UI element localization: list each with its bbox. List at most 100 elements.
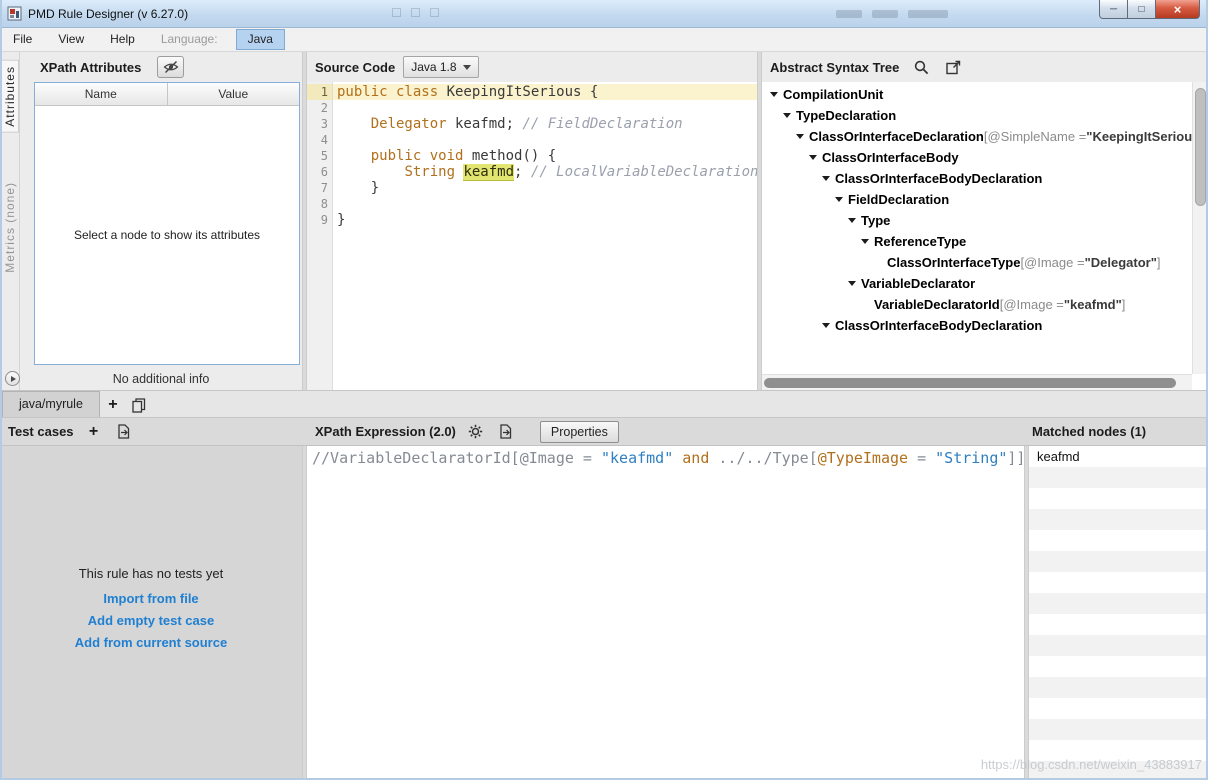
ast-body: CompilationUnit TypeDeclaration ClassOrInt…: [762, 82, 1208, 390]
titlebar-ghost-artifact: [836, 8, 948, 18]
expander-icon[interactable]: [848, 218, 856, 223]
attributes-table[interactable]: Name Value Select a node to show its att…: [34, 82, 300, 365]
properties-button[interactable]: Properties: [539, 420, 619, 443]
ast-node-classorinterfacebody[interactable]: ClassOrInterfaceBody: [762, 147, 1192, 168]
matched-nodes-title: Matched nodes (1): [1032, 424, 1147, 439]
expander-icon[interactable]: [835, 197, 843, 202]
ast-panel: Abstract Syntax Tree CompilationUnit Typ…: [762, 52, 1208, 390]
code-line-5[interactable]: public void method() {: [333, 148, 757, 164]
ast-tree[interactable]: CompilationUnit TypeDeclaration ClassOrInt…: [762, 82, 1192, 374]
link-add-empty-test-case[interactable]: Add empty test case: [0, 613, 302, 628]
ast-node-referencetype[interactable]: ReferenceType: [762, 231, 1192, 252]
expand-panel-button[interactable]: [5, 371, 20, 386]
chevron-right-icon: [10, 375, 16, 382]
close-button[interactable]: ×: [1155, 0, 1200, 19]
add-rule-button[interactable]: +: [100, 393, 126, 417]
ast-node-classorinterfacebodydeclaration[interactable]: ClassOrInterfaceBodyDeclaration: [762, 315, 1192, 336]
ast-search-button[interactable]: [911, 57, 931, 77]
expander-icon[interactable]: [809, 155, 817, 160]
ast-node-type[interactable]: Type: [762, 210, 1192, 231]
code-area[interactable]: public class KeepingItSerious { Delegato…: [333, 82, 757, 390]
copy-rule-button[interactable]: [126, 393, 152, 417]
ast-node-variabledeclarator[interactable]: VariableDeclarator: [762, 273, 1192, 294]
toggle-hidden-attributes-button[interactable]: [157, 56, 185, 78]
menu-item-view[interactable]: View: [45, 28, 97, 51]
code-segment: public void: [370, 148, 464, 164]
ast-title: Abstract Syntax Tree: [770, 59, 900, 75]
code-line-3[interactable]: Delegator keafmd; // FieldDeclaration: [333, 116, 757, 132]
code-line-9[interactable]: }: [333, 212, 757, 228]
attributes-table-header: Name Value: [35, 83, 299, 106]
tab-metrics[interactable]: Metrics (none): [2, 177, 18, 278]
line-number: 7: [320, 181, 328, 195]
tab-java-myrule[interactable]: java/myrule: [2, 391, 100, 417]
source-code-title: Source Code: [315, 59, 396, 75]
code-segment: // LocalVariableDeclaration: [530, 164, 757, 180]
maximize-button[interactable]: □: [1127, 0, 1156, 19]
ast-horizontal-scrollbar[interactable]: [762, 374, 1192, 390]
ast-node-label: Type: [861, 213, 891, 228]
scrollbar-thumb[interactable]: [1195, 88, 1206, 206]
code-line-2[interactable]: [333, 100, 757, 116]
titlebar[interactable]: PMD Rule Designer (v 6.27.0) ─ □ ×: [0, 0, 1208, 28]
bottom-headers: Test cases + XPath Expression (2.0) Prop…: [0, 418, 1208, 446]
menu-item-java[interactable]: Java: [235, 29, 285, 50]
column-header-value[interactable]: Value: [167, 83, 299, 106]
export-xpath-button[interactable]: [496, 422, 516, 442]
expander-icon[interactable]: [796, 134, 804, 139]
expander-icon[interactable]: [861, 239, 869, 244]
expander-icon[interactable]: [822, 176, 830, 181]
ast-node-attr: ]: [1156, 255, 1161, 270]
ast-node-classorinterfacebodydeclaration[interactable]: ClassOrInterfaceBodyDeclaration: [762, 168, 1192, 189]
xpath-attributes-header: XPath Attributes: [20, 52, 302, 82]
ast-node-label: ClassOrInterfaceBodyDeclaration: [835, 318, 1043, 333]
ast-node-classorinterfacedeclaration[interactable]: ClassOrInterfaceDeclaration [@SimpleName…: [762, 126, 1192, 147]
xpath-expression-editor[interactable]: //VariableDeclaratorId[@Image = "keafmd"…: [307, 446, 1024, 780]
xpath-attributes-panel: XPath Attributes Name Value Select a nod…: [20, 52, 302, 390]
tab-attributes[interactable]: Attributes: [0, 60, 19, 133]
expander-icon[interactable]: [848, 281, 856, 286]
expander-icon[interactable]: [770, 92, 778, 97]
code-line-4[interactable]: [333, 132, 757, 148]
source-code-editor[interactable]: 12 3 4 5 6 7 8 9 public class KeepingItSerious …: [307, 82, 757, 390]
ast-node-attr: [@SimpleName =: [983, 129, 1087, 144]
tests-empty-message: This rule has no tests yet: [78, 566, 224, 581]
link-import-from-file[interactable]: Import from file: [0, 591, 302, 606]
code-line-8[interactable]: [333, 196, 757, 212]
code-line-1[interactable]: public class KeepingItSerious {: [333, 84, 757, 100]
line-number: 1: [307, 84, 332, 100]
ast-node-typedeclaration[interactable]: TypeDeclaration: [762, 105, 1192, 126]
line-number: 5: [320, 149, 328, 163]
link-add-from-current-source[interactable]: Add from current source: [0, 635, 302, 650]
language-version-select[interactable]: Java 1.8: [403, 56, 479, 78]
xpath-segment: and: [682, 449, 710, 467]
ast-open-external-button[interactable]: [943, 57, 963, 77]
export-testcases-button[interactable]: [114, 422, 134, 442]
column-header-name[interactable]: Name: [35, 83, 168, 106]
ast-node-attr: [@Image =: [1020, 255, 1085, 270]
scrollbar-thumb[interactable]: [764, 378, 1176, 388]
ast-node-fielddeclaration[interactable]: FieldDeclaration: [762, 189, 1192, 210]
xpath-expression[interactable]: //VariableDeclaratorId[@Image = "keafmd"…: [312, 449, 1024, 468]
xpath-segment: =: [908, 449, 936, 467]
code-line-6[interactable]: String keafmd; // LocalVariableDeclarati…: [333, 164, 757, 181]
plus-icon: +: [108, 396, 118, 413]
xpath-settings-button[interactable]: [466, 422, 486, 442]
code-segment: // FieldDeclaration: [522, 116, 683, 132]
menu-item-file[interactable]: File: [0, 28, 45, 51]
code-segment: keafmd;: [446, 116, 523, 132]
expander-icon[interactable]: [822, 323, 830, 328]
plus-icon: +: [88, 422, 99, 440]
line-number: 4: [320, 133, 328, 147]
matched-node-item[interactable]: keafmd: [1029, 446, 1208, 467]
menu-item-help[interactable]: Help: [97, 28, 148, 51]
ast-node-variabledeclaratorid[interactable]: VariableDeclaratorId [@Image = "keafmd"]: [762, 294, 1192, 315]
ast-node-compilationunit[interactable]: CompilationUnit: [762, 84, 1192, 105]
expander-icon[interactable]: [783, 113, 791, 118]
add-test-case-button[interactable]: +: [84, 420, 104, 444]
code-line-7[interactable]: }: [333, 180, 757, 196]
ast-node-classorinterfacetype[interactable]: ClassOrInterfaceType [@Image = "Delegato…: [762, 252, 1192, 273]
minimize-button[interactable]: ─: [1099, 0, 1128, 19]
line-number: 8: [320, 197, 328, 211]
